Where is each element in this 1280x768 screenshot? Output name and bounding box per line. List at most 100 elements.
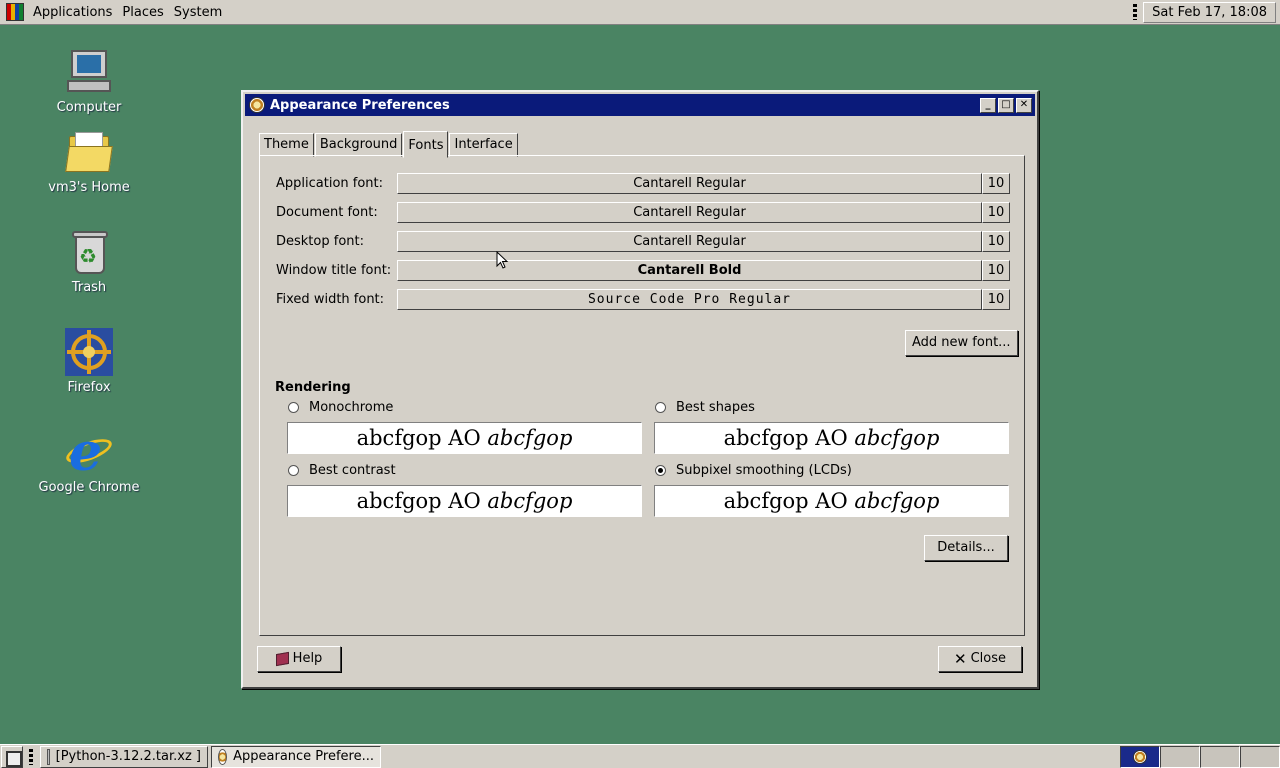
preview-italic-text: abcfgop	[487, 426, 573, 450]
tab-bar: Theme Background Fonts Interface	[259, 130, 519, 158]
panel-tray: Sat Feb 17, 18:08	[1133, 0, 1280, 24]
preview-regular-text: abcfgop AO	[723, 489, 855, 513]
desktop-font-button[interactable]: Cantarell Regular	[397, 231, 982, 252]
font-size[interactable]: 10	[982, 202, 1010, 223]
add-new-font-button[interactable]: Add new font...	[905, 330, 1018, 356]
appearance-app-icon	[218, 748, 228, 765]
tab-interface[interactable]: Interface	[449, 133, 518, 157]
desktop-icon-label: Computer	[56, 100, 122, 115]
desktop-icon-trash[interactable]: ♻ Trash	[29, 228, 149, 295]
window-controls: _ □ ✕	[980, 97, 1032, 113]
radio-best-shapes[interactable]: Best shapes	[655, 400, 755, 415]
help-book-icon	[275, 651, 289, 667]
task-label: Appearance Prefere...	[233, 748, 374, 764]
desktop-icon-computer[interactable]: Computer	[29, 48, 149, 115]
details-button[interactable]: Details...	[924, 535, 1008, 561]
radio-label: Best contrast	[309, 463, 396, 478]
appearance-app-icon	[249, 97, 265, 113]
radio-button[interactable]	[288, 465, 299, 476]
main-menu-logo-icon[interactable]	[6, 3, 24, 21]
preview-regular-text: abcfgop AO	[723, 426, 855, 450]
font-label: Document font:	[276, 205, 378, 220]
radio-button[interactable]	[655, 465, 666, 476]
chrome-icon: e	[63, 422, 115, 483]
desktop-icon-label: vm3's Home	[48, 180, 130, 195]
minimize-button[interactable]: _	[980, 97, 996, 113]
preview-subpixel-smoothing[interactable]: abcfgop AO abcfgop	[654, 485, 1009, 517]
firefox-icon	[65, 328, 113, 376]
show-desktop-icon[interactable]	[1, 745, 23, 768]
preview-best-shapes[interactable]: abcfgop AO abcfgop	[654, 422, 1009, 454]
font-size[interactable]: 10	[982, 289, 1010, 310]
tab-background[interactable]: Background	[314, 133, 403, 157]
font-label: Window title font:	[276, 263, 392, 278]
task-appearance-preferences[interactable]: Appearance Prefere...	[211, 745, 381, 768]
application-font-button[interactable]: Cantarell Regular	[397, 173, 982, 194]
panel-handle-icon[interactable]	[1133, 4, 1138, 20]
tab-fonts[interactable]: Fonts	[403, 131, 449, 158]
radio-label: Best shapes	[676, 400, 755, 415]
font-row-document: Document font: Cantarell Regular 10	[276, 202, 1010, 223]
radio-label: Monochrome	[309, 400, 394, 415]
font-row-application: Application font: Cantarell Regular 10	[276, 173, 1010, 194]
close-window-button[interactable]: ✕	[1016, 97, 1032, 113]
clock[interactable]: Sat Feb 17, 18:08	[1143, 1, 1276, 23]
desktop-icon-chrome[interactable]: e Google Chrome	[29, 422, 149, 495]
font-size[interactable]: 10	[982, 231, 1010, 252]
taskbar-handle-icon[interactable]	[29, 748, 33, 765]
menu-places[interactable]: Places	[117, 5, 168, 20]
preview-italic-text: abcfgop	[854, 489, 940, 513]
close-button-label: Close	[970, 651, 1006, 666]
font-label: Fixed width font:	[276, 292, 385, 307]
task-label: [Python-3.12.2.tar.xz ]	[55, 748, 201, 764]
desktop-icon-label: Trash	[71, 280, 107, 295]
preview-best-contrast[interactable]: abcfgop AO abcfgop	[287, 485, 642, 517]
preview-monochrome[interactable]: abcfgop AO abcfgop	[287, 422, 642, 454]
archive-icon	[47, 748, 50, 765]
window-title-font-button[interactable]: Cantarell Bold	[397, 260, 982, 281]
font-row-desktop: Desktop font: Cantarell Regular 10	[276, 231, 1010, 252]
desktop-icon-label: Firefox	[67, 380, 111, 395]
radio-button[interactable]	[655, 402, 666, 413]
font-size[interactable]: 10	[982, 260, 1010, 281]
close-x-icon: ✕	[954, 650, 967, 668]
workspace-3[interactable]	[1200, 745, 1240, 768]
menu-applications[interactable]: Applications	[28, 5, 117, 20]
font-label: Desktop font:	[276, 234, 364, 249]
workspace-switcher	[1120, 745, 1280, 768]
desktop-icon-home[interactable]: vm3's Home	[29, 128, 149, 195]
task-python-archive[interactable]: [Python-3.12.2.tar.xz ]	[40, 745, 208, 768]
window-title: Appearance Preferences	[270, 97, 450, 113]
workspace-1[interactable]	[1120, 745, 1160, 768]
workspace-4[interactable]	[1240, 745, 1280, 768]
preview-regular-text: abcfgop AO	[356, 426, 488, 450]
bottom-taskbar: [Python-3.12.2.tar.xz ] Appearance Prefe…	[0, 744, 1280, 768]
tab-theme[interactable]: Theme	[259, 133, 314, 157]
font-row-fixed-width: Fixed width font: Source Code Pro Regula…	[276, 289, 1010, 310]
radio-monochrome[interactable]: Monochrome	[288, 400, 393, 415]
home-folder-icon	[65, 128, 113, 176]
desktop-icon-firefox[interactable]: Firefox	[29, 328, 149, 395]
maximize-button[interactable]: □	[998, 97, 1014, 113]
radio-button[interactable]	[288, 402, 299, 413]
help-button[interactable]: Help	[257, 646, 341, 672]
radio-best-contrast[interactable]: Best contrast	[288, 463, 396, 478]
preview-italic-text: abcfgop	[854, 426, 940, 450]
menu-system[interactable]: System	[169, 5, 227, 20]
radio-label: Subpixel smoothing (LCDs)	[676, 463, 852, 478]
document-font-button[interactable]: Cantarell Regular	[397, 202, 982, 223]
computer-icon	[65, 48, 113, 96]
appearance-preferences-window: Appearance Preferences _ □ ✕ Theme Backg…	[241, 90, 1039, 689]
font-row-window-title: Window title font: Cantarell Bold 10	[276, 260, 1010, 281]
preview-regular-text: abcfgop AO	[356, 489, 488, 513]
preview-italic-text: abcfgop	[487, 489, 573, 513]
font-size[interactable]: 10	[982, 173, 1010, 194]
font-label: Application font:	[276, 176, 384, 191]
close-button[interactable]: ✕ Close	[938, 646, 1022, 672]
rendering-heading: Rendering	[275, 380, 351, 395]
window-titlebar[interactable]: Appearance Preferences _ □ ✕	[245, 94, 1035, 116]
radio-subpixel-smoothing[interactable]: Subpixel smoothing (LCDs)	[655, 463, 852, 478]
top-panel: Applications Places System Sat Feb 17, 1…	[0, 0, 1280, 25]
workspace-2[interactable]	[1160, 745, 1200, 768]
fixed-width-font-button[interactable]: Source Code Pro Regular	[397, 289, 982, 310]
